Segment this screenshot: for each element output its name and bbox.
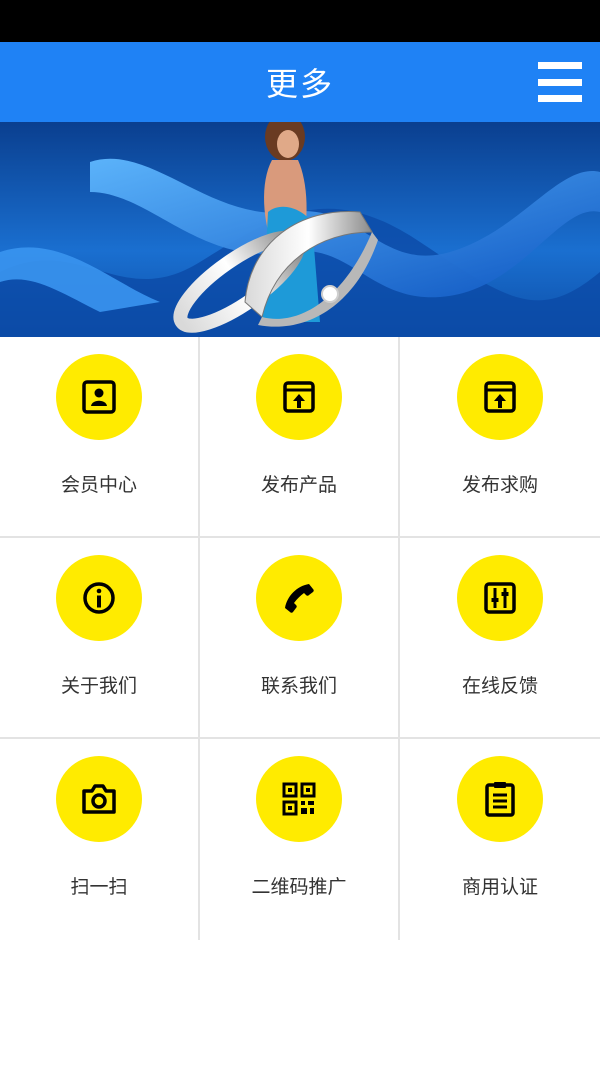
grid-item-label: 会员中心 [60,474,137,496]
grid-item-label: 扫一扫 [70,876,128,898]
status-bar [0,0,600,42]
feature-grid: 会员中心 发布产品 发布求购 关于我们 联系我们 在线反馈 扫一扫 二维码推广 … [0,337,600,940]
banner-image[interactable] [0,122,600,337]
grid-item-label: 在线反馈 [461,675,538,697]
grid-item-member-center[interactable]: 会员中心 [0,337,200,538]
camera-icon [56,756,142,842]
hamburger-menu-icon[interactable] [538,62,582,102]
grid-item-label: 二维码推广 [251,876,347,898]
grid-item-publish-purchase[interactable]: 发布求购 [400,337,600,538]
grid-item-contact-us[interactable]: 联系我们 [200,538,400,739]
sliders-icon [457,555,543,641]
qr-code-icon [256,756,342,842]
grid-item-label: 发布求购 [461,474,538,496]
grid-item-publish-product[interactable]: 发布产品 [200,337,400,538]
grid-item-scan[interactable]: 扫一扫 [0,739,200,940]
grid-item-about-us[interactable]: 关于我们 [0,538,200,739]
grid-item-label: 联系我们 [260,675,337,697]
grid-item-online-feedback[interactable]: 在线反馈 [400,538,600,739]
page-title: 更多 [265,65,334,103]
member-card-icon [56,354,142,440]
phone-icon [256,555,342,641]
grid-item-qr-promotion[interactable]: 二维码推广 [200,739,400,940]
clipboard-icon [457,756,543,842]
grid-item-label: 关于我们 [60,675,137,697]
grid-item-label: 发布产品 [260,474,337,496]
grid-item-label: 商用认证 [461,876,538,898]
app-header: 更多 [0,42,600,122]
upload-window-icon [457,354,543,440]
grid-item-business-certification[interactable]: 商用认证 [400,739,600,940]
info-icon [56,555,142,641]
upload-window-icon [256,354,342,440]
